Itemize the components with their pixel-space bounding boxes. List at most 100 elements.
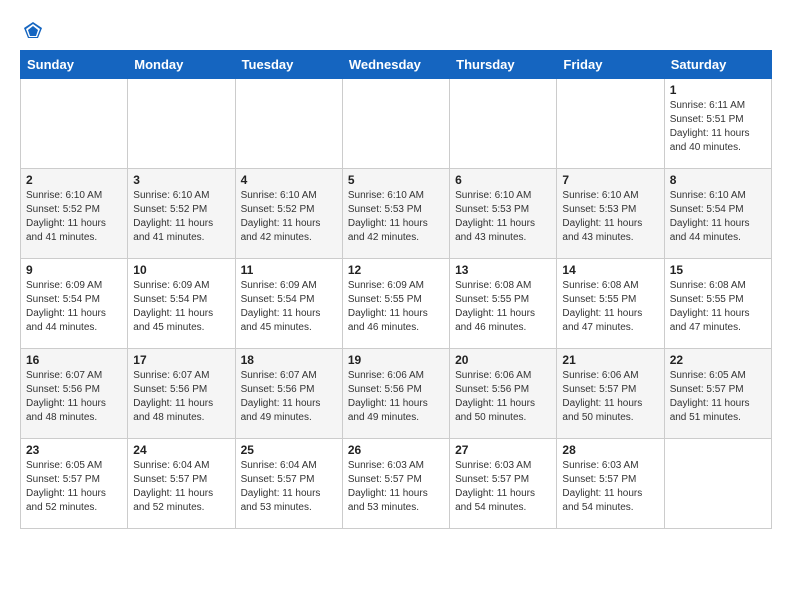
day-cell: 24Sunrise: 6:04 AM Sunset: 5:57 PM Dayli… [128,439,235,529]
day-number: 5 [348,173,444,187]
day-number: 7 [562,173,658,187]
day-info: Sunrise: 6:09 AM Sunset: 5:55 PM Dayligh… [348,279,444,335]
day-number: 24 [133,443,229,457]
day-number: 15 [670,263,766,277]
day-info: Sunrise: 6:07 AM Sunset: 5:56 PM Dayligh… [26,369,122,425]
week-row-0: 1 Sunrise: 6:11 AM Sunset: 5:51 PM Daylig… [21,79,772,169]
day-cell: 14 Sunrise: 6:08 AM Sunset: 5:55 PM Dayli… [557,259,664,349]
day-number: 10 [133,263,229,277]
day-cell: 28 Sunrise: 6:03 AM Sunset: 5:57 PM Dayli… [557,439,664,529]
day-cell [557,79,664,169]
day-info: Sunrise: 6:06 AM Sunset: 5:56 PM Dayligh… [455,369,551,425]
day-cell [664,439,771,529]
day-info: Sunrise: 6:08 AM Sunset: 5:55 PM Dayligh… [562,279,658,335]
day-cell: 8 Sunrise: 6:10 AM Sunset: 5:54 PM Daylig… [664,169,771,259]
week-row-1: 2 Sunrise: 6:10 AM Sunset: 5:52 PM Daylig… [21,169,772,259]
logo-icon [22,20,44,42]
header [20,16,772,42]
day-number: 22 [670,353,766,367]
day-info: Sunrise: 6:09 AM Sunset: 5:54 PM Dayligh… [133,279,229,335]
day-cell: 18Sunrise: 6:07 AM Sunset: 5:56 PM Dayli… [235,349,342,439]
day-cell: 23Sunrise: 6:05 AM Sunset: 5:57 PM Dayli… [21,439,128,529]
week-row-2: 9 Sunrise: 6:09 AM Sunset: 5:54 PM Daylig… [21,259,772,349]
day-number: 13 [455,263,551,277]
day-number: 3 [133,173,229,187]
day-info: Sunrise: 6:07 AM Sunset: 5:56 PM Dayligh… [133,369,229,425]
day-cell: 11Sunrise: 6:09 AM Sunset: 5:54 PM Dayli… [235,259,342,349]
day-info: Sunrise: 6:05 AM Sunset: 5:57 PM Dayligh… [670,369,766,425]
day-cell: 4 Sunrise: 6:10 AM Sunset: 5:52 PM Daylig… [235,169,342,259]
day-cell: 19 Sunrise: 6:06 AM Sunset: 5:56 PM Dayli… [342,349,449,439]
day-number: 14 [562,263,658,277]
day-number: 28 [562,443,658,457]
day-cell [21,79,128,169]
day-cell: 26 Sunrise: 6:03 AM Sunset: 5:57 PM Dayli… [342,439,449,529]
day-info: Sunrise: 6:06 AM Sunset: 5:57 PM Dayligh… [562,369,658,425]
day-number: 20 [455,353,551,367]
day-number: 2 [26,173,122,187]
calendar-table: SundayMondayTuesdayWednesdayThursdayFrid… [20,50,772,529]
day-info: Sunrise: 6:10 AM Sunset: 5:53 PM Dayligh… [348,189,444,245]
day-cell: 1 Sunrise: 6:11 AM Sunset: 5:51 PM Daylig… [664,79,771,169]
day-info: Sunrise: 6:08 AM Sunset: 5:55 PM Dayligh… [455,279,551,335]
day-number: 26 [348,443,444,457]
weekday-header-tuesday: Tuesday [235,51,342,79]
day-number: 12 [348,263,444,277]
day-number: 6 [455,173,551,187]
day-cell: 21 Sunrise: 6:06 AM Sunset: 5:57 PM Dayli… [557,349,664,439]
day-info: Sunrise: 6:11 AM Sunset: 5:51 PM Dayligh… [670,99,766,155]
day-info: Sunrise: 6:10 AM Sunset: 5:54 PM Dayligh… [670,189,766,245]
day-info: Sunrise: 6:10 AM Sunset: 5:52 PM Dayligh… [241,189,337,245]
day-number: 18 [241,353,337,367]
day-cell: 12 Sunrise: 6:09 AM Sunset: 5:55 PM Dayli… [342,259,449,349]
page: SundayMondayTuesdayWednesdayThursdayFrid… [0,0,792,545]
weekday-header-saturday: Saturday [664,51,771,79]
day-cell: 16 Sunrise: 6:07 AM Sunset: 5:56 PM Dayli… [21,349,128,439]
week-row-3: 16 Sunrise: 6:07 AM Sunset: 5:56 PM Dayli… [21,349,772,439]
day-cell: 27 Sunrise: 6:03 AM Sunset: 5:57 PM Dayli… [450,439,557,529]
day-cell: 7Sunrise: 6:10 AM Sunset: 5:53 PM Daylig… [557,169,664,259]
day-info: Sunrise: 6:05 AM Sunset: 5:57 PM Dayligh… [26,459,122,515]
day-cell: 2 Sunrise: 6:10 AM Sunset: 5:52 PM Daylig… [21,169,128,259]
weekday-header-wednesday: Wednesday [342,51,449,79]
day-number: 25 [241,443,337,457]
logo-area [20,20,44,42]
weekday-header-friday: Friday [557,51,664,79]
day-cell: 15 Sunrise: 6:08 AM Sunset: 5:55 PM Dayli… [664,259,771,349]
day-number: 16 [26,353,122,367]
day-number: 19 [348,353,444,367]
day-cell [342,79,449,169]
day-info: Sunrise: 6:06 AM Sunset: 5:56 PM Dayligh… [348,369,444,425]
day-number: 21 [562,353,658,367]
day-cell [450,79,557,169]
day-info: Sunrise: 6:03 AM Sunset: 5:57 PM Dayligh… [562,459,658,515]
day-info: Sunrise: 6:10 AM Sunset: 5:52 PM Dayligh… [133,189,229,245]
day-cell: 17Sunrise: 6:07 AM Sunset: 5:56 PM Dayli… [128,349,235,439]
day-cell [235,79,342,169]
day-cell: 13 Sunrise: 6:08 AM Sunset: 5:55 PM Dayli… [450,259,557,349]
day-info: Sunrise: 6:03 AM Sunset: 5:57 PM Dayligh… [455,459,551,515]
day-info: Sunrise: 6:03 AM Sunset: 5:57 PM Dayligh… [348,459,444,515]
day-info: Sunrise: 6:09 AM Sunset: 5:54 PM Dayligh… [241,279,337,335]
day-info: Sunrise: 6:09 AM Sunset: 5:54 PM Dayligh… [26,279,122,335]
day-number: 4 [241,173,337,187]
day-info: Sunrise: 6:08 AM Sunset: 5:55 PM Dayligh… [670,279,766,335]
day-info: Sunrise: 6:10 AM Sunset: 5:53 PM Dayligh… [455,189,551,245]
day-cell [128,79,235,169]
day-number: 1 [670,83,766,97]
day-number: 9 [26,263,122,277]
day-cell: 10 Sunrise: 6:09 AM Sunset: 5:54 PM Dayli… [128,259,235,349]
day-info: Sunrise: 6:04 AM Sunset: 5:57 PM Dayligh… [241,459,337,515]
day-info: Sunrise: 6:10 AM Sunset: 5:52 PM Dayligh… [26,189,122,245]
day-cell: 20 Sunrise: 6:06 AM Sunset: 5:56 PM Dayli… [450,349,557,439]
day-cell: 3 Sunrise: 6:10 AM Sunset: 5:52 PM Daylig… [128,169,235,259]
weekday-header-monday: Monday [128,51,235,79]
day-number: 8 [670,173,766,187]
week-row-4: 23Sunrise: 6:05 AM Sunset: 5:57 PM Dayli… [21,439,772,529]
day-cell: 22 Sunrise: 6:05 AM Sunset: 5:57 PM Dayli… [664,349,771,439]
day-cell: 5 Sunrise: 6:10 AM Sunset: 5:53 PM Daylig… [342,169,449,259]
day-number: 27 [455,443,551,457]
logo [20,20,44,42]
day-cell: 9 Sunrise: 6:09 AM Sunset: 5:54 PM Daylig… [21,259,128,349]
day-cell: 6 Sunrise: 6:10 AM Sunset: 5:53 PM Daylig… [450,169,557,259]
